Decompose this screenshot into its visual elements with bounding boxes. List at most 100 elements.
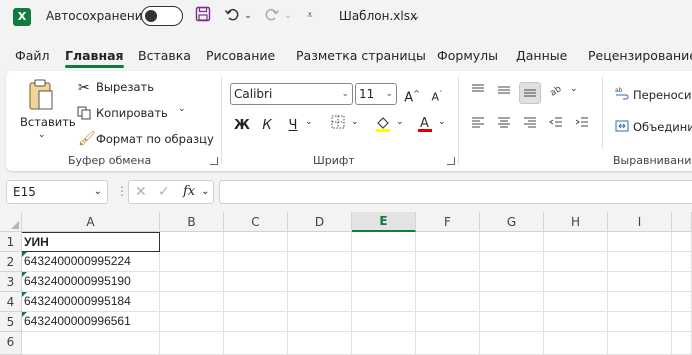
cell-b3[interactable]: [160, 272, 224, 292]
cell-b5[interactable]: [160, 312, 224, 332]
cell-e5[interactable]: [352, 312, 416, 332]
cell-d6[interactable]: [288, 332, 352, 355]
cell-j4[interactable]: [672, 292, 692, 312]
column-header-j[interactable]: [672, 212, 692, 232]
formula-input[interactable]: [219, 180, 692, 204]
cell-a2[interactable]: 6432400000995224: [22, 252, 160, 272]
column-header-a[interactable]: A: [22, 212, 160, 232]
cell-e4[interactable]: [352, 292, 416, 312]
cancel-icon[interactable]: ✕: [135, 181, 147, 203]
underline-dropdown-icon[interactable]: ⌄: [305, 117, 313, 127]
cell-h3[interactable]: [544, 272, 608, 292]
tab-formulas[interactable]: Формулы: [437, 48, 498, 63]
cut-button[interactable]: Вырезать: [96, 80, 154, 94]
borders-dropdown-icon[interactable]: ⌄: [351, 117, 359, 127]
row-header-1[interactable]: 1: [0, 232, 22, 252]
cell-d1[interactable]: [288, 232, 352, 252]
cell-f1[interactable]: [416, 232, 480, 252]
cell-f3[interactable]: [416, 272, 480, 292]
cell-f5[interactable]: [416, 312, 480, 332]
italic-button[interactable]: К: [256, 115, 278, 137]
row-header-6[interactable]: 6: [0, 332, 22, 355]
tab-insert[interactable]: Вставка: [138, 48, 191, 63]
cell-h2[interactable]: [544, 252, 608, 272]
cell-f6[interactable]: [416, 332, 480, 355]
cell-g2[interactable]: [480, 252, 544, 272]
clipboard-launcher-icon[interactable]: [210, 157, 218, 165]
cell-c3[interactable]: [224, 272, 288, 292]
tab-data[interactable]: Данные: [516, 48, 567, 63]
font-name-combo[interactable]: Calibri ⌄: [230, 83, 353, 105]
cell-h1[interactable]: [544, 232, 608, 252]
cell-e1[interactable]: [352, 232, 416, 252]
align-middle-icon[interactable]: [493, 82, 515, 104]
font-size-combo[interactable]: 11 ⌄: [355, 83, 397, 105]
cell-g4[interactable]: [480, 292, 544, 312]
column-header-d[interactable]: D: [288, 212, 352, 232]
redo-icon[interactable]: [262, 6, 282, 26]
font-launcher-icon[interactable]: [447, 157, 455, 165]
cell-c5[interactable]: [224, 312, 288, 332]
cell-j1[interactable]: [672, 232, 692, 252]
copy-button[interactable]: Копировать: [96, 106, 168, 120]
column-header-c[interactable]: C: [224, 212, 288, 232]
decrease-font-size-icon[interactable]: Aˇ: [426, 83, 448, 105]
cell-j2[interactable]: [672, 252, 692, 272]
cell-g6[interactable]: [480, 332, 544, 355]
customize-toolbar-icon[interactable]: ⩡: [303, 6, 317, 26]
format-painter-button[interactable]: Формат по образцу: [96, 132, 214, 146]
cell-d4[interactable]: [288, 292, 352, 312]
row-header-3[interactable]: 3: [0, 272, 22, 292]
align-top-icon[interactable]: [467, 82, 489, 104]
cell-a1[interactable]: УИН: [22, 232, 160, 252]
align-right-icon[interactable]: [519, 115, 541, 137]
undo-icon[interactable]: [222, 6, 242, 26]
cell-c4[interactable]: [224, 292, 288, 312]
fill-color-dropdown-icon[interactable]: ⌄: [396, 117, 404, 127]
increase-indent-icon[interactable]: [571, 115, 593, 137]
cell-d3[interactable]: [288, 272, 352, 292]
font-color-icon[interactable]: A: [414, 115, 436, 137]
borders-icon[interactable]: [327, 115, 349, 137]
chevron-down-icon[interactable]: ⌄: [201, 181, 209, 203]
row-header-4[interactable]: 4: [0, 292, 22, 312]
cell-a6[interactable]: [22, 332, 160, 355]
select-all-corner[interactable]: [0, 212, 22, 232]
autosave-toggle[interactable]: [141, 6, 183, 26]
cell-b4[interactable]: [160, 292, 224, 312]
save-icon[interactable]: [193, 6, 213, 26]
cell-h4[interactable]: [544, 292, 608, 312]
column-header-b[interactable]: B: [160, 212, 224, 232]
cell-f2[interactable]: [416, 252, 480, 272]
insert-function-icon[interactable]: fx: [183, 181, 195, 203]
cell-e6[interactable]: [352, 332, 416, 355]
decrease-indent-icon[interactable]: [545, 115, 567, 137]
merge-cells-button[interactable]: Объединить: [633, 120, 692, 134]
orientation-icon[interactable]: ab: [545, 82, 567, 104]
copy-dropdown-icon[interactable]: ⌄: [178, 104, 186, 114]
cell-g5[interactable]: [480, 312, 544, 332]
column-header-h[interactable]: H: [544, 212, 608, 232]
fill-color-icon[interactable]: [372, 115, 394, 137]
column-header-f[interactable]: F: [416, 212, 480, 232]
tab-draw[interactable]: Рисование: [206, 48, 275, 63]
underline-button[interactable]: Ч: [282, 115, 304, 137]
cell-i1[interactable]: [608, 232, 672, 252]
cell-a5[interactable]: 6432400000996561: [22, 312, 160, 332]
tab-page-layout[interactable]: Разметка страницы: [296, 48, 426, 63]
redo-dropdown-icon[interactable]: ⌄: [283, 6, 293, 26]
column-header-e[interactable]: E: [352, 212, 416, 232]
cell-e2[interactable]: [352, 252, 416, 272]
tab-file[interactable]: Файл: [15, 48, 50, 63]
cell-i5[interactable]: [608, 312, 672, 332]
row-header-2[interactable]: 2: [0, 252, 22, 272]
bold-button[interactable]: Ж: [231, 115, 253, 137]
cell-g1[interactable]: [480, 232, 544, 252]
cell-j6[interactable]: [672, 332, 692, 355]
wrap-text-button[interactable]: Переносить: [633, 88, 692, 102]
cell-d5[interactable]: [288, 312, 352, 332]
more-options-icon[interactable]: ⋮: [116, 184, 128, 198]
orientation-dropdown-icon[interactable]: ⌄: [570, 84, 578, 94]
increase-font-size-icon[interactable]: A^: [401, 83, 423, 105]
align-bottom-icon[interactable]: [519, 82, 541, 104]
